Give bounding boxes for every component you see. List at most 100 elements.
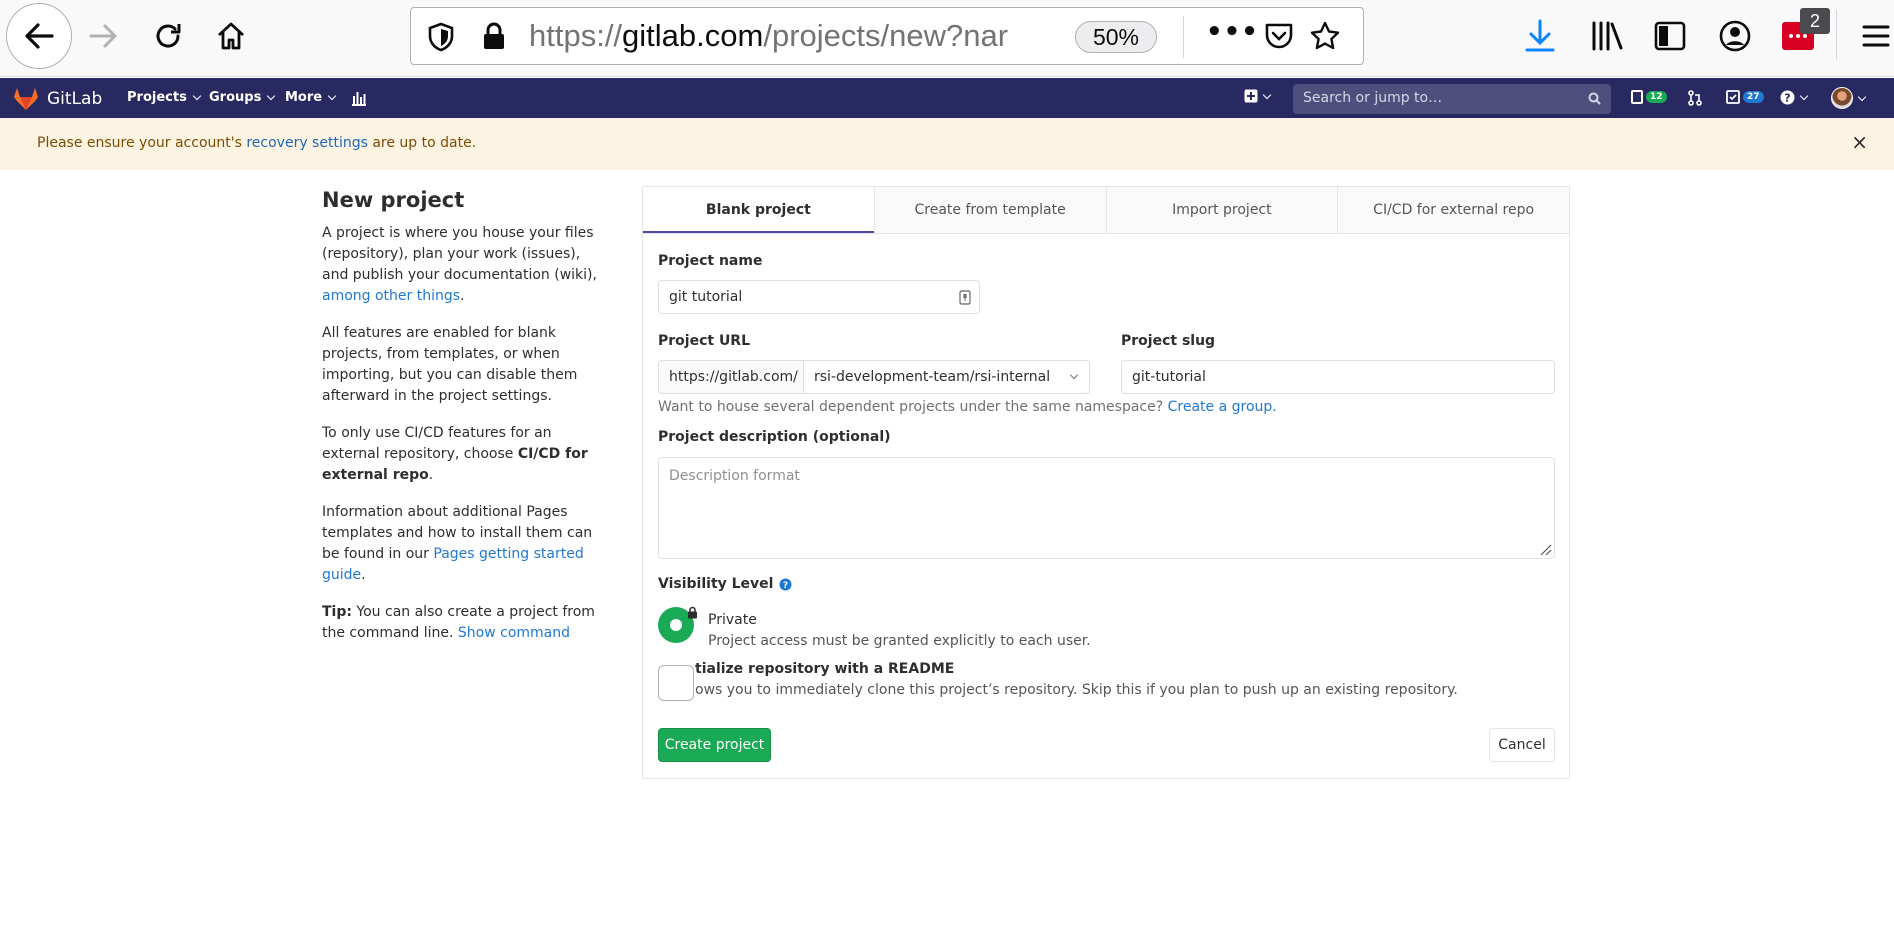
project-info-column: New project A project is where you house… bbox=[322, 186, 606, 660]
info-paragraph-2: All features are enabled for blank proje… bbox=[322, 325, 578, 404]
lock-icon bbox=[688, 606, 697, 619]
browser-toolbar: https://gitlab.com/projects/new?nar 50% … bbox=[0, 0, 1894, 77]
hamburger-menu-icon[interactable] bbox=[1862, 22, 1890, 50]
initialize-readme-checkbox[interactable] bbox=[658, 665, 694, 701]
zoom-level-button[interactable]: 50% bbox=[1075, 21, 1157, 53]
info-p3-end: . bbox=[428, 467, 434, 483]
tab-blank-project[interactable]: Blank project bbox=[643, 187, 874, 233]
page-actions-menu[interactable]: ••• bbox=[1206, 17, 1259, 47]
info-p4-end: . bbox=[361, 567, 366, 583]
nav-groups-dropdown[interactable]: Groups bbox=[209, 90, 276, 105]
resize-grip-icon[interactable] bbox=[1538, 542, 1552, 556]
tip-label: Tip: bbox=[322, 604, 352, 620]
avatar bbox=[1831, 87, 1853, 109]
gitlab-home-link[interactable]: GitLab bbox=[13, 87, 102, 111]
nav-more-dropdown[interactable]: More bbox=[285, 90, 337, 105]
todo-check-icon bbox=[1726, 90, 1740, 104]
nav-more-label: More bbox=[285, 90, 323, 105]
account-icon[interactable] bbox=[1718, 19, 1752, 53]
issues-count-badge: 12 bbox=[1646, 91, 1667, 103]
alert-text-end: are up to date. bbox=[367, 135, 477, 151]
recovery-settings-alert: Please ensure your account's recovery se… bbox=[0, 118, 1894, 170]
project-slug-label: Project slug bbox=[1121, 333, 1216, 349]
downloads-icon[interactable] bbox=[1524, 18, 1556, 54]
home-icon bbox=[218, 22, 244, 50]
back-arrow-icon bbox=[25, 23, 54, 49]
chevron-down-icon bbox=[1262, 90, 1272, 99]
merge-request-icon[interactable] bbox=[1687, 90, 1703, 106]
chevron-down-icon bbox=[267, 91, 276, 101]
sidebar-icon[interactable] bbox=[1654, 21, 1686, 51]
forward-arrow-icon bbox=[89, 24, 117, 48]
url-bar[interactable]: https://gitlab.com/projects/new?nar 50% … bbox=[410, 7, 1364, 65]
show-command-link[interactable]: Show command bbox=[458, 625, 570, 641]
issues-link[interactable]: 12 bbox=[1631, 90, 1667, 104]
reload-icon bbox=[156, 24, 181, 48]
info-tip: Tip: You can also create a project from … bbox=[322, 602, 606, 644]
search-placeholder: Search or jump to… bbox=[1303, 90, 1443, 106]
search-icon bbox=[1588, 92, 1601, 105]
description-label: Project description (optional) bbox=[658, 429, 891, 445]
close-icon[interactable]: × bbox=[1851, 132, 1868, 152]
library-icon[interactable] bbox=[1590, 20, 1624, 52]
nav-projects-dropdown[interactable]: Projects bbox=[127, 90, 202, 105]
info-paragraph-1: A project is where you house your files … bbox=[322, 223, 606, 307]
svg-text:?: ? bbox=[1784, 92, 1790, 105]
todos-link[interactable]: 27 bbox=[1726, 90, 1764, 104]
back-button[interactable] bbox=[6, 3, 72, 69]
project-name-label: Project name bbox=[658, 253, 763, 269]
new-item-dropdown[interactable] bbox=[1244, 89, 1272, 103]
visibility-private-title: Private bbox=[708, 612, 757, 628]
password-manager-icon[interactable] bbox=[959, 290, 971, 305]
issues-icon bbox=[1631, 90, 1643, 104]
namespace-help-sentence: Want to house several dependent projects… bbox=[658, 399, 1168, 415]
cancel-button[interactable]: Cancel bbox=[1489, 728, 1555, 762]
namespace-value: rsi-development-team/rsi-internal bbox=[814, 369, 1051, 385]
readme-checkbox-title: tialize repository with a README bbox=[695, 661, 955, 677]
radio-selected-dot bbox=[670, 619, 682, 631]
forward-button[interactable] bbox=[86, 18, 122, 54]
namespace-select[interactable]: rsi-development-team/rsi-internal bbox=[803, 360, 1090, 394]
nav-projects-label: Projects bbox=[127, 90, 187, 105]
info-paragraph-4: Information about additional Pages templ… bbox=[322, 502, 606, 586]
visibility-label-text: Visibility Level bbox=[658, 576, 774, 592]
url-divider bbox=[1183, 16, 1184, 58]
activity-chart-icon[interactable] bbox=[351, 90, 367, 106]
description-placeholder: Description format bbox=[669, 468, 800, 484]
alert-text: Please ensure your account's bbox=[37, 135, 247, 151]
tab-create-from-template[interactable]: Create from template bbox=[873, 187, 1106, 233]
project-name-input[interactable]: git tutorial bbox=[658, 280, 980, 314]
url-prefix: https://gitlab.com/ bbox=[658, 360, 804, 394]
gitlab-tanuki-icon bbox=[14, 88, 38, 110]
search-input[interactable]: Search or jump to… bbox=[1293, 84, 1611, 114]
readme-checkbox-description: ows you to immediately clone this projec… bbox=[695, 682, 1458, 698]
toolbar-divider bbox=[1836, 10, 1837, 60]
help-question-icon[interactable]: ? bbox=[779, 578, 792, 591]
pocket-icon[interactable] bbox=[1263, 21, 1295, 51]
help-question-icon: ? bbox=[1780, 90, 1795, 105]
create-project-button[interactable]: Create project bbox=[658, 728, 771, 762]
create-group-link[interactable]: Create a group. bbox=[1168, 399, 1277, 415]
chevron-down-icon bbox=[192, 91, 202, 101]
gitlab-brand-text: GitLab bbox=[47, 89, 103, 109]
url-text[interactable]: https://gitlab.com/projects/new?nar bbox=[529, 18, 1029, 54]
user-menu-dropdown[interactable] bbox=[1831, 87, 1867, 109]
tab-import-project[interactable]: Import project bbox=[1105, 187, 1338, 233]
namespace-help-text: Want to house several dependent projects… bbox=[658, 399, 1277, 415]
help-dropdown[interactable]: ? bbox=[1780, 90, 1809, 105]
description-textarea[interactable]: Description format bbox=[658, 457, 1555, 559]
home-button[interactable] bbox=[213, 18, 249, 54]
recovery-settings-link[interactable]: recovery settings bbox=[246, 135, 368, 151]
among-other-things-link[interactable]: among other things bbox=[322, 288, 460, 304]
page-title: New project bbox=[322, 188, 465, 212]
chevron-down-icon bbox=[1069, 370, 1079, 380]
lock-icon bbox=[484, 22, 504, 49]
bookmark-star-icon[interactable] bbox=[1309, 20, 1341, 52]
visibility-private-description: Project access must be granted explicitl… bbox=[708, 633, 1091, 649]
tab-ci-cd-external-repo[interactable]: CI/CD for external repo bbox=[1337, 187, 1569, 233]
project-name-value: git tutorial bbox=[669, 289, 743, 305]
project-slug-input[interactable]: git-tutorial bbox=[1121, 360, 1555, 394]
tracking-protection-shield-icon bbox=[428, 22, 454, 52]
reload-button[interactable] bbox=[150, 18, 186, 54]
info-p1-text: A project is where you house your files … bbox=[322, 225, 597, 283]
